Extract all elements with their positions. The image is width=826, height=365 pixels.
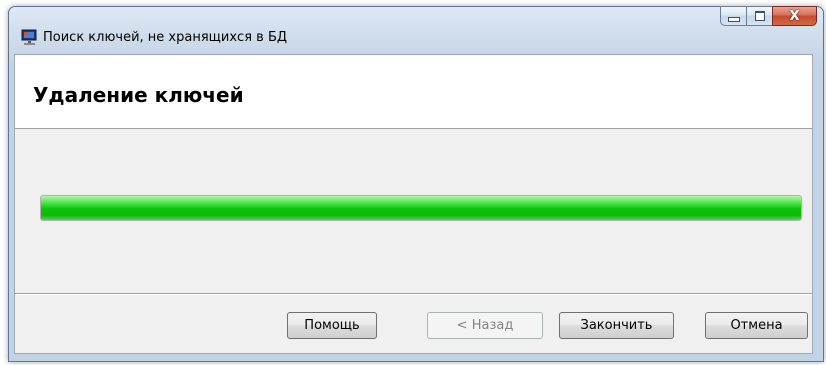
cancel-button[interactable]: Отмена: [705, 312, 808, 339]
minimize-button[interactable]: [720, 6, 746, 26]
maximize-button[interactable]: [746, 6, 772, 26]
wizard-header: Удаление ключей: [15, 55, 812, 129]
button-separator: [15, 293, 812, 295]
minimize-icon: [727, 17, 740, 22]
maximize-icon: [754, 11, 765, 21]
caption-buttons: X: [720, 6, 817, 27]
page-title: Удаление ключей: [33, 83, 244, 107]
finish-button[interactable]: Закончить: [559, 312, 674, 339]
wizard-client-area: Удаление ключей Помощь < Назад Закончить…: [14, 54, 813, 354]
computer-icon: [21, 29, 38, 45]
wizard-window: Поиск ключей, не хранящихся в БД X Удале…: [0, 0, 826, 365]
back-button[interactable]: < Назад: [427, 312, 543, 339]
close-button[interactable]: X: [772, 6, 817, 26]
help-button[interactable]: Помощь: [287, 312, 377, 339]
close-icon: X: [789, 8, 800, 24]
progress-bar-fill: [41, 196, 801, 220]
window-title: Поиск ключей, не хранящихся в БД: [43, 30, 288, 45]
progress-bar: [40, 195, 802, 221]
